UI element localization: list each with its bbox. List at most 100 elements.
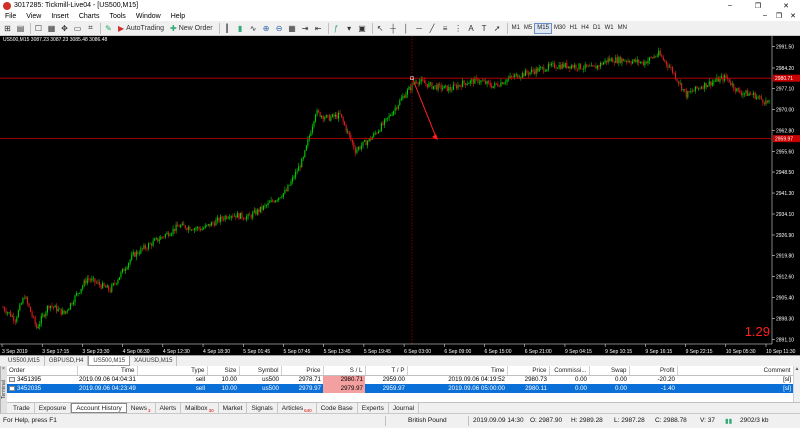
price-chart[interactable]: 2991.50 2984.20 2977.10 2970.00 2962.80 2955.… (0, 36, 800, 355)
timeframe-m5[interactable]: M5 (522, 23, 534, 34)
navigator-icon[interactable]: ✥ (59, 23, 70, 34)
candle-body (311, 126, 314, 133)
col-type[interactable]: Type (137, 366, 208, 376)
candle-body (68, 308, 70, 311)
tab-experts[interactable]: Experts (358, 403, 389, 413)
timeframe-m1[interactable]: M1 (510, 23, 522, 34)
chart-tab-active[interactable]: US500,M15 (88, 356, 131, 366)
col-tp[interactable]: T / P (365, 366, 408, 376)
new-order-button[interactable]: ✚ New Order (168, 23, 215, 34)
menu-view[interactable]: View (21, 13, 46, 20)
fibonacci-icon[interactable]: ⋮ (453, 23, 464, 34)
timeframe-d1[interactable]: D1 (591, 23, 603, 34)
tab-alerts[interactable]: Alerts (156, 403, 182, 413)
tab-mailbox[interactable]: Mailbox 30 (181, 403, 219, 413)
timeframe-h1[interactable]: H1 (568, 23, 580, 34)
trendline-icon[interactable]: ╱ (427, 23, 438, 34)
menu-window[interactable]: Window (131, 13, 166, 20)
candle-body (267, 202, 269, 206)
vertical-line-icon[interactable]: │ (401, 23, 412, 34)
menu-insert[interactable]: Insert (46, 13, 74, 20)
indicators-icon[interactable]: ƒ (331, 23, 342, 34)
zoom-out-icon[interactable]: ⊖ (274, 23, 285, 34)
candle-body (216, 217, 219, 221)
timeframe-m30[interactable]: M30 (552, 23, 568, 34)
tester-icon[interactable]: ⌗ (85, 23, 96, 34)
horizontal-line-icon[interactable]: ─ (414, 23, 425, 34)
profiles-icon[interactable]: ▤ (15, 23, 26, 34)
timeframe-mn[interactable]: MN (616, 23, 629, 34)
terminal-close-icon[interactable]: × (0, 366, 7, 372)
chart-tab[interactable]: US500,M15 (4, 356, 45, 366)
mdi-restore-button[interactable]: ❐ (772, 12, 786, 20)
crosshair-icon[interactable]: ┼ (388, 23, 399, 34)
metaeditor-icon[interactable]: ✎ (103, 23, 114, 34)
col-symbol[interactable]: Symbol (239, 366, 282, 376)
cursor-icon[interactable]: ↖ (375, 23, 386, 34)
col-close-price[interactable]: Price (507, 366, 550, 376)
timeframe-m15[interactable]: M15 (534, 22, 552, 34)
close-button[interactable]: ✕ (772, 2, 800, 10)
col-time[interactable]: Time (77, 366, 138, 376)
tab-trade[interactable]: Trade (9, 403, 35, 413)
menu-file[interactable]: File (0, 13, 21, 20)
candlestick-chart[interactable]: 2991.50 2984.20 2977.10 2970.00 2962.80 2955.… (0, 36, 800, 355)
terminal-scrollbar[interactable]: ▲ (793, 366, 800, 402)
candle-body (523, 73, 525, 77)
timeframe-h4[interactable]: H4 (579, 23, 591, 34)
col-commission[interactable]: Commissi... (549, 366, 590, 376)
tab-exposure[interactable]: Exposure (35, 403, 72, 413)
timeframe-w1[interactable]: W1 (603, 23, 616, 34)
chart-tab[interactable]: GBPUSD,H4 (45, 356, 89, 366)
tab-signals[interactable]: Signals (247, 403, 278, 413)
col-sl[interactable]: S / L (323, 366, 366, 376)
tab-market[interactable]: Market (219, 403, 248, 413)
mdi-close-button[interactable]: ✕ (786, 12, 800, 20)
col-order[interactable]: Order (7, 366, 78, 376)
menu-charts[interactable]: Charts (74, 13, 105, 20)
candlestick-icon[interactable]: ▮ (235, 23, 246, 34)
tab-journal[interactable]: Journal (389, 403, 420, 413)
tab-news[interactable]: News 3 (127, 403, 156, 413)
market-watch-icon[interactable]: ☐ (33, 23, 44, 34)
menu-help[interactable]: Help (166, 13, 190, 20)
templates-icon[interactable]: ▣ (357, 23, 368, 34)
new-chart-icon[interactable]: ⊞ (2, 23, 13, 34)
terminal-panel: Terminal Order Time Type Size Symbol Pri… (0, 366, 800, 414)
scroll-up-icon[interactable]: ▲ (794, 366, 800, 373)
col-price[interactable]: Price (281, 366, 324, 376)
mdi-minimize-button[interactable]: – (758, 12, 772, 20)
maximize-button[interactable]: ❐ (744, 2, 772, 10)
candle-body (521, 73, 523, 78)
tile-windows-icon[interactable]: ▦ (287, 23, 298, 34)
table-row-selected[interactable]: 3452035 2019.09.06 04:23:49 sell 10.00 u… (7, 384, 793, 393)
zoom-in-icon[interactable]: ⊕ (261, 23, 272, 34)
menu-bar: File View Insert Charts Tools Window Hel… (0, 11, 800, 21)
tab-account-history[interactable]: Account History (71, 403, 127, 413)
bar-chart-icon[interactable]: ┃ (222, 23, 233, 34)
menu-tools[interactable]: Tools (104, 13, 130, 20)
chart-tab[interactable]: XAUUSD,M15 (130, 356, 178, 366)
col-profit[interactable]: Profit (629, 366, 678, 376)
periods-icon[interactable]: ▾ (344, 23, 355, 34)
col-close-time[interactable]: Time (407, 366, 508, 376)
chart-shift-icon[interactable]: ⇤ (313, 23, 324, 34)
tab-articles[interactable]: Articles 640 (278, 403, 317, 413)
tab-code-base[interactable]: Code Base (317, 403, 358, 413)
autotrading-button[interactable]: ▶ AutoTrading (116, 23, 166, 34)
arrows-icon[interactable]: ➚ (492, 23, 503, 34)
channel-icon[interactable]: ≡ (440, 23, 451, 34)
col-size[interactable]: Size (207, 366, 240, 376)
line-chart-icon[interactable]: ∿ (248, 23, 259, 34)
text-tool-icon[interactable]: A (466, 23, 477, 34)
col-comment[interactable]: Comment (677, 366, 794, 376)
col-swap[interactable]: Swap (589, 366, 630, 376)
minimize-button[interactable]: – (716, 2, 744, 10)
terminal-icon[interactable]: ▭ (72, 23, 83, 34)
candle-body (386, 117, 389, 119)
data-window-icon[interactable]: ▦ (46, 23, 57, 34)
text-label-icon[interactable]: T (479, 23, 490, 34)
table-row[interactable]: 3451395 2019.09.06 04:04:31 sell 10.00 u… (7, 375, 793, 384)
candle-body (140, 248, 142, 254)
autoscroll-icon[interactable]: ⇥ (300, 23, 311, 34)
